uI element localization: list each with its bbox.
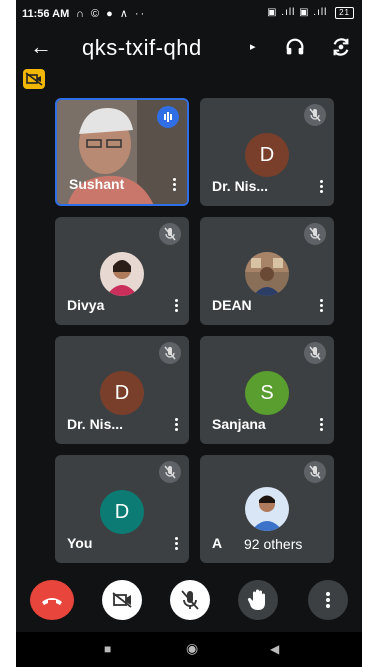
- headphones-icon[interactable]: [284, 36, 306, 58]
- call-controls: [16, 580, 362, 624]
- back-icon[interactable]: ◀: [270, 642, 279, 656]
- switch-camera-icon[interactable]: [330, 36, 352, 58]
- more-vert-icon[interactable]: [173, 178, 177, 192]
- avatar: [245, 487, 289, 531]
- participant-tile-sushant[interactable]: Sushant: [55, 98, 189, 206]
- home-icon[interactable]: ◉: [186, 640, 198, 657]
- mic-toggle-button[interactable]: [170, 580, 210, 620]
- mic-off-icon: [304, 461, 326, 483]
- more-vert-icon[interactable]: [320, 418, 324, 432]
- back-arrow-icon[interactable]: ←: [30, 34, 52, 60]
- more-vert-icon[interactable]: [175, 418, 179, 432]
- mic-off-icon: [159, 461, 181, 483]
- battery-icon: 21: [335, 7, 354, 19]
- camera-off-badge[interactable]: [23, 69, 45, 89]
- camera-off-icon: [25, 72, 43, 86]
- participant-tile-divya[interactable]: Divya: [55, 217, 189, 325]
- participant-tile-you[interactable]: D You: [55, 455, 189, 563]
- more-vert-icon[interactable]: [175, 299, 179, 313]
- participant-name: You: [67, 535, 93, 551]
- mic-off-icon: [304, 223, 326, 245]
- signal-icon: ▣ .ıll ▣ .ıll: [267, 7, 328, 18]
- android-nav-bar: ■ ◉ ◀: [16, 632, 362, 667]
- more-vert-icon[interactable]: [320, 299, 324, 313]
- status-bar: 11:56 AM ∩ © ● ∧ ·· ▣ .ıll ▣ .ıll 21: [16, 0, 362, 30]
- participant-tile-others[interactable]: A 92 others: [200, 455, 334, 563]
- end-call-button[interactable]: [30, 580, 74, 620]
- speaking-icon: [157, 106, 179, 128]
- notification-icons: ∩ © ● ∧ ··: [76, 8, 147, 20]
- caret-right-icon[interactable]: ▸: [250, 40, 256, 53]
- participant-name: Sanjana: [212, 416, 266, 432]
- camera-toggle-button[interactable]: [102, 580, 142, 620]
- mic-off-icon: [159, 342, 181, 364]
- participant-name: Divya: [67, 297, 105, 313]
- status-time: 11:56 AM: [22, 8, 70, 20]
- raise-hand-button[interactable]: [238, 580, 278, 620]
- avatar: D: [100, 371, 144, 415]
- signal-icons: ▣ .ıll ▣ .ıll 21: [267, 7, 354, 19]
- end-call-icon: [42, 598, 62, 605]
- more-options-button[interactable]: [308, 580, 348, 620]
- camera-off-icon: [112, 592, 132, 608]
- mic-off-icon: [304, 342, 326, 364]
- avatar: [100, 252, 144, 296]
- meeting-header: ← qks-txif-qhd ▸: [16, 30, 362, 66]
- participant-name: Dr. Nis...: [67, 416, 124, 432]
- mic-off-icon: [159, 223, 181, 245]
- avatar: S: [245, 371, 289, 415]
- avatar: D: [245, 133, 289, 177]
- raise-hand-icon: [247, 589, 265, 610]
- participant-tile-dean[interactable]: DEAN: [200, 217, 334, 325]
- participant-name: Sushant: [69, 176, 125, 192]
- participant-name: A: [212, 535, 223, 551]
- phone-screen: 11:56 AM ∩ © ● ∧ ·· ▣ .ıll ▣ .ıll 21 ← q…: [16, 0, 362, 667]
- participant-name: Dr. Nis...: [212, 178, 269, 194]
- participant-tile-sanjana[interactable]: S Sanjana: [200, 336, 334, 444]
- more-vert-icon[interactable]: [320, 180, 324, 194]
- avatar: D: [100, 490, 144, 534]
- participant-tile-dr-nis-2[interactable]: D Dr. Nis...: [55, 336, 189, 444]
- recents-icon[interactable]: ■: [104, 642, 111, 656]
- more-vert-icon: [326, 592, 330, 608]
- mic-off-icon: [181, 590, 199, 610]
- participant-name: DEAN: [212, 297, 252, 313]
- others-count[interactable]: 92 others: [238, 533, 309, 555]
- mic-off-icon: [304, 104, 326, 126]
- avatar: [245, 252, 289, 296]
- meeting-code[interactable]: qks-txif-qhd: [82, 34, 202, 62]
- more-vert-icon[interactable]: [175, 537, 179, 551]
- participant-tile-dr-nis-1[interactable]: D Dr. Nis...: [200, 98, 334, 206]
